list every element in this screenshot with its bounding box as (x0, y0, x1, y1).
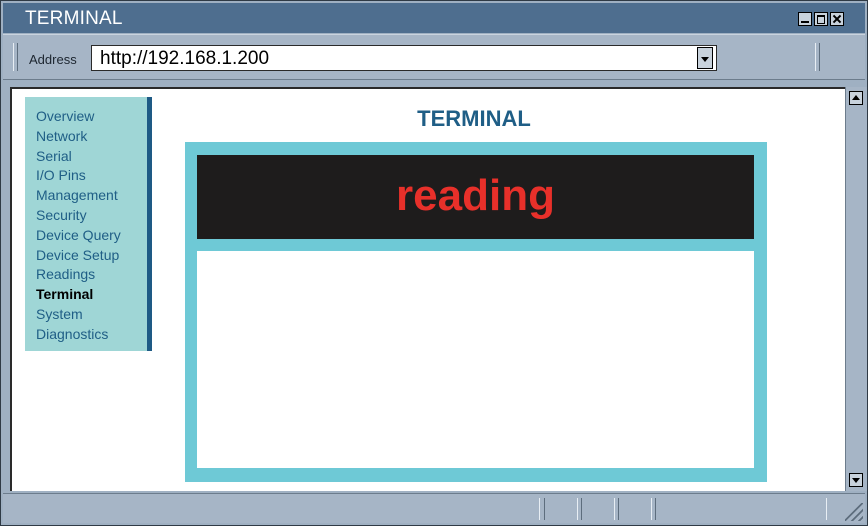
title-bar[interactable]: TERMINAL (3, 3, 865, 33)
sidebar-nav: Overview Network Serial I/O Pins Managem… (25, 97, 152, 351)
terminal-status-text: reading (396, 171, 555, 220)
status-cell (581, 498, 615, 520)
sidebar-item-network[interactable]: Network (36, 127, 121, 147)
address-value[interactable]: http://192.168.1.200 (100, 48, 269, 70)
sidebar-item-terminal[interactable]: Terminal (36, 285, 121, 305)
status-cell (655, 498, 827, 520)
chevron-down-icon[interactable] (697, 47, 713, 69)
sidebar-item-io-pins[interactable]: I/O Pins (36, 166, 121, 186)
vertical-scrollbar[interactable] (845, 87, 867, 491)
terminal-output[interactable] (197, 251, 754, 468)
browser-window: TERMINAL Address http://192.168.1.200 Ov… (0, 0, 868, 526)
terminal-header: reading (197, 155, 754, 239)
maximize-icon[interactable] (814, 12, 828, 26)
arrow-down-icon[interactable] (849, 473, 863, 487)
status-cell (9, 498, 540, 520)
resize-grip-icon[interactable] (845, 503, 863, 521)
page-viewport: Overview Network Serial I/O Pins Managem… (10, 87, 845, 491)
arrow-up-icon[interactable] (849, 91, 863, 105)
terminal-panel: reading (185, 142, 767, 482)
sidebar-item-serial[interactable]: Serial (36, 147, 121, 167)
address-toolbar: Address http://192.168.1.200 (3, 34, 865, 80)
sidebar-item-device-setup[interactable]: Device Setup (36, 246, 121, 266)
status-cell (618, 498, 652, 520)
sidebar-item-overview[interactable]: Overview (36, 107, 121, 127)
sidebar-item-management[interactable]: Management (36, 186, 121, 206)
status-cell (544, 498, 578, 520)
address-label: Address (29, 52, 77, 67)
sidebar-item-device-query[interactable]: Device Query (36, 226, 121, 246)
sidebar-item-readings[interactable]: Readings (36, 265, 121, 285)
page-title: TERMINAL (417, 106, 531, 131)
status-bar (3, 493, 865, 523)
sidebar-item-system[interactable]: System (36, 305, 121, 325)
close-icon[interactable] (830, 12, 844, 26)
window-title: TERMINAL (25, 8, 123, 29)
sidebar-item-security[interactable]: Security (36, 206, 121, 226)
toolbar-grip[interactable] (13, 43, 18, 71)
toolbar-grip[interactable] (815, 43, 820, 71)
sidebar-item-diagnostics[interactable]: Diagnostics (36, 325, 121, 345)
minimize-icon[interactable] (798, 12, 812, 26)
nav-list: Overview Network Serial I/O Pins Managem… (36, 107, 121, 345)
address-input[interactable]: http://192.168.1.200 (91, 45, 717, 71)
